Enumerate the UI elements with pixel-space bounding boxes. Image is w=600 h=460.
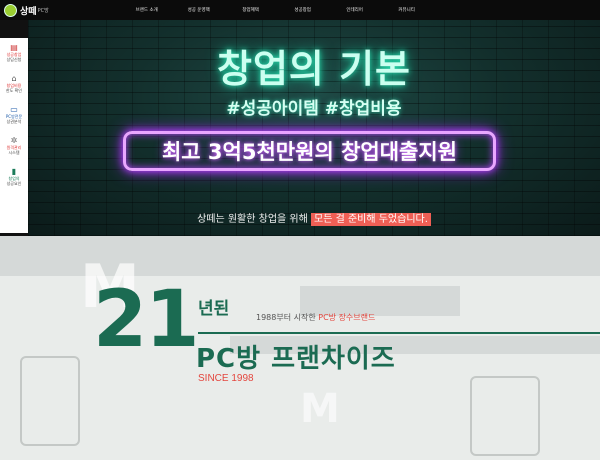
nav-operation-pack[interactable]: 성공 운영팩 bbox=[173, 7, 225, 13]
quick-consult-line2: 상담신청 bbox=[6, 57, 22, 62]
neon-banner-text: 최고 3억5천만원의 창업대출지원 bbox=[161, 140, 457, 164]
background-chair bbox=[20, 356, 80, 446]
nav-success-startup[interactable]: 성공창업 bbox=[277, 7, 329, 13]
quick-success-line2: 성공요인 bbox=[6, 181, 22, 186]
since-year: SINCE 1998 bbox=[198, 373, 254, 384]
divider bbox=[198, 332, 600, 334]
quick-cost[interactable]: ⌂ 창업비용 한도 확인 bbox=[0, 74, 28, 105]
logo-name: 상떼 bbox=[20, 6, 37, 17]
years-word: 년된 bbox=[198, 299, 230, 319]
quick-remote-line2: 시스템 bbox=[8, 150, 20, 155]
nav-brand-intro[interactable]: 브랜드 소개 bbox=[121, 7, 173, 13]
chart-icon: ▮ bbox=[11, 167, 17, 176]
logo[interactable]: 상떼 PC방 bbox=[4, 0, 49, 20]
quick-consult[interactable]: ▤ 성공창업 상담신청 bbox=[0, 43, 28, 74]
brand-since-highlight: PC방 장수브랜드 bbox=[318, 313, 376, 322]
years-number: 21 bbox=[93, 275, 200, 365]
quick-cost-line2: 한도 확인 bbox=[6, 88, 22, 93]
franchise-title: PC방 프랜차이즈 bbox=[196, 344, 396, 374]
nav-benefits[interactable]: 창업혜택 bbox=[225, 7, 277, 13]
quick-success[interactable]: ▮ 창업의 성공요인 bbox=[0, 167, 28, 198]
nav-interior[interactable]: 인테리어 bbox=[329, 7, 381, 13]
quick-remote[interactable]: ✲ 원격관리 시스템 bbox=[0, 136, 28, 167]
hero-title: 창업의 기본 bbox=[216, 47, 412, 91]
hero-subtext: 상떼는 원활한 창업을 위해 모든 걸 준비해 두었습니다. bbox=[28, 210, 600, 226]
main-menu: 브랜드 소개 성공 운영팩 창업혜택 성공창업 인테리어 커뮤니티 bbox=[121, 7, 433, 13]
brand-since-line: 1988부터 시작한 PC방 장수브랜드 bbox=[256, 312, 375, 323]
hero-subtext-highlight: 모든 걸 준비해 두었습니다. bbox=[311, 213, 431, 226]
doc-icon: ▤ bbox=[10, 43, 18, 52]
background-logo-mark: M bbox=[300, 386, 340, 432]
neon-banner: 최고 3억5천만원의 창업대출지원 bbox=[123, 131, 496, 171]
top-nav: 상떼 PC방 브랜드 소개 성공 운영팩 창업혜택 성공창업 인테리어 커뮤니티 bbox=[0, 0, 600, 20]
logo-badge-icon bbox=[4, 3, 17, 17]
hero-subtext-prefix: 상떼는 원활한 창업을 위해 bbox=[197, 214, 311, 225]
store-icon: ⌂ bbox=[11, 74, 17, 83]
brand-since-text: 1988부터 시작한 bbox=[256, 313, 319, 322]
gear-icon: ✲ bbox=[10, 136, 18, 145]
nav-community[interactable]: 커뮤니티 bbox=[381, 7, 433, 13]
quick-menu: ▤ 성공창업 상담신청 ⌂ 창업비용 한도 확인 ▭ PC방전문 상권분석 ✲ … bbox=[0, 38, 28, 233]
hero-hashtags: #성공아이템 #창업비용 bbox=[226, 99, 402, 119]
quick-analysis-line2: 상권분석 bbox=[6, 119, 22, 124]
background-chair bbox=[470, 376, 540, 456]
logo-sub: PC방 bbox=[37, 7, 49, 14]
monitor-icon: ▭ bbox=[10, 105, 18, 114]
quick-analysis[interactable]: ▭ PC방전문 상권분석 bbox=[0, 105, 28, 136]
hero-section: 창업의 기본 #성공아이템 #창업비용 최고 3억5천만원의 창업대출지원 상떼… bbox=[28, 20, 600, 236]
